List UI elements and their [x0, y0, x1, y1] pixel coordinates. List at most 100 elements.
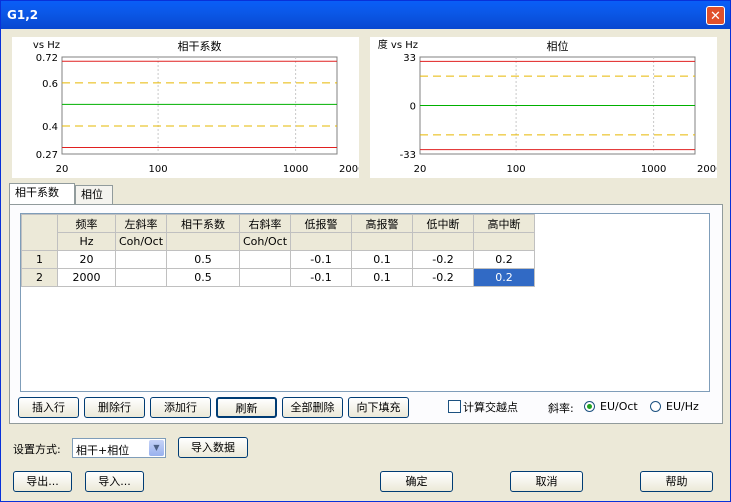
tab-coherence-label: 相干系数 [15, 186, 59, 199]
y-tick-label: 0.72 [36, 53, 58, 64]
export-button[interactable]: 导出... [13, 471, 72, 492]
x-tick-label: 100 [149, 164, 168, 175]
slope-eu-oct-label: EU/Oct [600, 400, 638, 413]
import-data-button[interactable]: 导入数据 [178, 437, 248, 458]
col-unit [473, 232, 535, 251]
col-header[interactable]: 高报警 [351, 214, 413, 233]
table-cell[interactable]: 0.1 [351, 250, 413, 269]
col-unit: Coh/Oct [239, 232, 291, 251]
y-tick-label: 33 [403, 53, 416, 64]
y-tick-label: 0.4 [42, 122, 58, 133]
delete-row-label: 删除行 [98, 401, 131, 414]
table-row[interactable]: 2 2000 0.5 -0.1 0.1 -0.2 0.2 [21, 268, 535, 287]
x-tick-label: 1000 [641, 164, 666, 175]
tab-phase-label: 相位 [81, 188, 103, 201]
table-cell-selected[interactable]: 0.2 [473, 268, 535, 287]
window-title: G1,2 [7, 8, 39, 22]
cancel-button[interactable]: 取消 [510, 471, 583, 492]
close-icon: ✕ [710, 9, 721, 24]
close-button[interactable]: ✕ [706, 6, 725, 25]
data-table: 频率 左斜率 相干系数 右斜率 低报警 高报警 低中断 高中断 Hz Coh/O… [21, 214, 535, 287]
corner-cell [21, 214, 58, 251]
phase-chart-panel: 相位 度 vs Hz 33 0 -33 20 100 1000 2000 [370, 37, 717, 178]
import-data-label: 导入数据 [191, 441, 235, 454]
col-header[interactable]: 相干系数 [166, 214, 240, 233]
col-header[interactable]: 右斜率 [239, 214, 291, 233]
table-cell[interactable] [239, 250, 291, 269]
row-number[interactable]: 2 [21, 268, 58, 287]
header-row: 频率 左斜率 相干系数 右斜率 低报警 高报警 低中断 高中断 [21, 214, 535, 251]
x-tick-label: 100 [507, 164, 526, 175]
table-cell[interactable] [239, 268, 291, 287]
add-row-label: 添加行 [164, 401, 197, 414]
tab-panel: 频率 左斜率 相干系数 右斜率 低报警 高报警 低中断 高中断 Hz Coh/O… [9, 204, 723, 424]
calc-crossing-checkbox[interactable] [448, 400, 461, 413]
setup-mode-select[interactable]: 相干+相位 ▼ [72, 438, 166, 458]
table-cell[interactable]: -0.2 [412, 250, 474, 269]
x-tick-label: 2000 [697, 164, 717, 175]
slope-eu-hz-radio[interactable] [650, 401, 661, 412]
table-cell[interactable]: -0.1 [290, 250, 352, 269]
insert-row-button[interactable]: 插入行 [18, 397, 79, 418]
table-cell[interactable]: 2000 [57, 268, 116, 287]
row-number[interactable]: 1 [21, 250, 58, 269]
table-cell[interactable]: 0.1 [351, 268, 413, 287]
data-grid[interactable]: 频率 左斜率 相干系数 右斜率 低报警 高报警 低中断 高中断 Hz Coh/O… [20, 213, 710, 392]
table-row[interactable]: 1 20 0.5 -0.1 0.1 -0.2 0.2 [21, 250, 535, 269]
y-tick-label: 0.6 [42, 79, 58, 90]
col-header[interactable]: 低报警 [290, 214, 352, 233]
dialog-window: G1,2 ✕ 相干系数 vs Hz 0.72 0.6 0.4 0.27 20 100 1000 2… [0, 0, 731, 502]
table-cell[interactable]: -0.1 [290, 268, 352, 287]
col-unit [351, 232, 413, 251]
add-row-button[interactable]: 添加行 [150, 397, 211, 418]
chart-title: 相干系数 [178, 40, 222, 53]
y-tick-label: 0 [410, 102, 416, 113]
help-label: 帮助 [665, 475, 688, 488]
table-cell[interactable]: 0.2 [473, 250, 535, 269]
table-cell[interactable]: -0.2 [412, 268, 474, 287]
refresh-label: 刷新 [235, 402, 258, 415]
table-cell[interactable] [115, 250, 167, 269]
col-unit: Coh/Oct [115, 232, 167, 251]
cancel-label: 取消 [535, 475, 558, 488]
x-tick-label: 20 [56, 164, 69, 175]
x-tick-label: 1000 [283, 164, 308, 175]
col-unit [412, 232, 474, 251]
y-unit-label: vs Hz [33, 40, 60, 51]
coherence-chart: 相干系数 vs Hz 0.72 0.6 0.4 0.27 20 100 1000 2000 [33, 40, 359, 175]
x-tick-label: 2000 [339, 164, 359, 175]
help-button[interactable]: 帮助 [640, 471, 713, 492]
table-cell[interactable] [115, 268, 167, 287]
tab-coherence[interactable]: 相干系数 [9, 183, 75, 205]
import-button[interactable]: 导入... [85, 471, 144, 492]
insert-row-label: 插入行 [32, 401, 65, 414]
y-tick-label: 0.27 [36, 150, 58, 161]
chevron-down-icon[interactable]: ▼ [149, 440, 164, 456]
col-header[interactable]: 高中断 [473, 214, 535, 233]
col-header[interactable]: 左斜率 [115, 214, 167, 233]
title-bar[interactable]: G1,2 ✕ [1, 1, 730, 29]
setup-mode-label: 设置方式: [13, 443, 61, 456]
delete-all-label: 全部删除 [290, 401, 335, 414]
delete-row-button[interactable]: 删除行 [84, 397, 145, 418]
table-cell[interactable]: 0.5 [166, 268, 240, 287]
tab-phase[interactable]: 相位 [75, 185, 113, 205]
col-unit [290, 232, 352, 251]
coherence-chart-panel: 相干系数 vs Hz 0.72 0.6 0.4 0.27 20 100 1000 2000 [12, 37, 359, 178]
slope-eu-oct-radio[interactable] [584, 401, 595, 412]
calc-crossing-label: 计算交越点 [463, 401, 518, 414]
table-cell[interactable]: 0.5 [166, 250, 240, 269]
delete-all-button[interactable]: 全部删除 [282, 397, 343, 418]
setup-mode-value: 相干+相位 [76, 444, 130, 457]
fill-down-button[interactable]: 向下填充 [348, 397, 409, 418]
chart-title: 相位 [547, 39, 569, 53]
import-label: 导入... [98, 475, 131, 488]
phase-chart: 相位 度 vs Hz 33 0 -33 20 100 1000 2000 [378, 38, 717, 175]
slope-eu-hz-label: EU/Hz [666, 400, 699, 413]
y-unit-label: 度 vs Hz [378, 38, 418, 51]
refresh-button[interactable]: 刷新 [216, 397, 277, 418]
ok-button[interactable]: 确定 [380, 471, 453, 492]
col-header[interactable]: 低中断 [412, 214, 474, 233]
col-header[interactable]: 频率 [57, 214, 116, 233]
table-cell[interactable]: 20 [57, 250, 116, 269]
